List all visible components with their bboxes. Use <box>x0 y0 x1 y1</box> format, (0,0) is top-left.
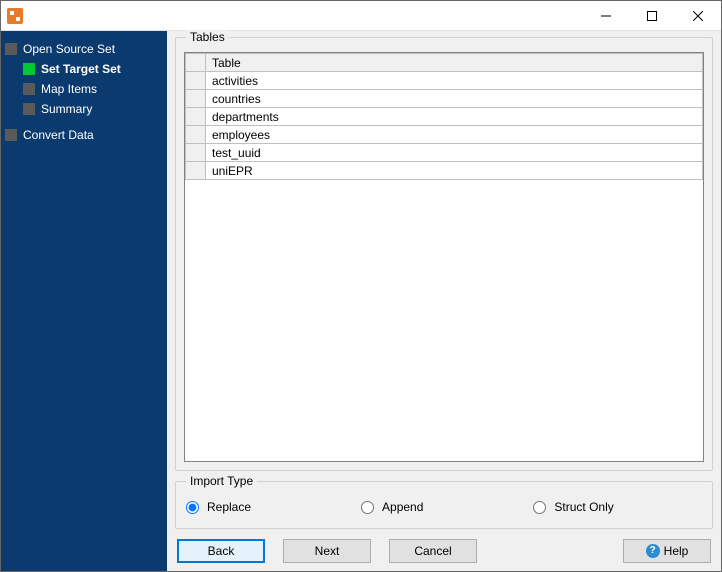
table-cell: uniEPR <box>206 162 703 180</box>
wizard-window: Open Source Set Set Target Set Map Items Su… <box>0 0 722 572</box>
maximize-button[interactable] <box>629 1 675 30</box>
tables-group-title: Tables <box>186 30 229 44</box>
help-button-label: Help <box>664 544 689 558</box>
step-label: Convert Data <box>23 128 94 142</box>
table-header[interactable]: Table <box>206 54 703 72</box>
table-cell: countries <box>206 90 703 108</box>
app-icon <box>7 8 23 24</box>
import-type-title: Import Type <box>186 474 257 488</box>
help-button[interactable]: ? Help <box>623 539 711 563</box>
step-label: Map Items <box>41 82 97 96</box>
wizard-step[interactable]: Convert Data <box>5 125 163 145</box>
table-cell: activities <box>206 72 703 90</box>
next-button[interactable]: Next <box>283 539 371 563</box>
radio-input[interactable] <box>186 501 199 514</box>
import-type-option[interactable]: Append <box>361 500 423 514</box>
wizard-step[interactable]: Map Items <box>5 79 163 99</box>
back-button-label: Back <box>208 544 235 558</box>
step-label: Set Target Set <box>41 62 121 76</box>
import-type-option[interactable]: Struct Only <box>533 500 613 514</box>
help-icon: ? <box>646 544 660 558</box>
table-row[interactable]: countries <box>186 90 703 108</box>
wizard-step[interactable]: Open Source Set <box>5 39 163 59</box>
row-header <box>186 126 206 144</box>
radio-label: Replace <box>207 500 251 514</box>
step-marker-icon <box>5 129 17 141</box>
step-marker-icon <box>23 63 35 75</box>
table-cell: departments <box>206 108 703 126</box>
table-row[interactable]: uniEPR <box>186 162 703 180</box>
minimize-button[interactable] <box>583 1 629 30</box>
radio-input[interactable] <box>361 501 374 514</box>
wizard-steps-sidebar: Open Source Set Set Target Set Map Items Su… <box>1 31 167 571</box>
radio-label: Append <box>382 500 423 514</box>
table-cell: test_uuid <box>206 144 703 162</box>
tables-list[interactable]: Table activitiescountriesdepartmentsempl… <box>184 52 704 181</box>
step-marker-icon <box>5 43 17 55</box>
step-marker-icon <box>23 83 35 95</box>
radio-input[interactable] <box>533 501 546 514</box>
table-cell: employees <box>206 126 703 144</box>
tables-empty-area <box>184 180 704 462</box>
close-button[interactable] <box>675 1 721 30</box>
cancel-button[interactable]: Cancel <box>389 539 477 563</box>
cancel-button-label: Cancel <box>414 544 451 558</box>
titlebar <box>1 1 721 31</box>
import-type-group: Import Type ReplaceAppendStruct Only <box>175 481 713 529</box>
main-panel: Tables Table activitiescountriesdepartme… <box>167 31 721 571</box>
next-button-label: Next <box>315 544 340 558</box>
table-row[interactable]: activities <box>186 72 703 90</box>
table-row[interactable]: test_uuid <box>186 144 703 162</box>
row-header <box>186 144 206 162</box>
import-type-option[interactable]: Replace <box>186 500 251 514</box>
table-row[interactable]: departments <box>186 108 703 126</box>
radio-label: Struct Only <box>554 500 613 514</box>
wizard-step[interactable]: Summary <box>5 99 163 119</box>
step-marker-icon <box>23 103 35 115</box>
step-label: Summary <box>41 102 92 116</box>
step-label: Open Source Set <box>23 42 115 56</box>
back-button[interactable]: Back <box>177 539 265 563</box>
row-header <box>186 162 206 180</box>
table-row[interactable]: employees <box>186 126 703 144</box>
wizard-step[interactable]: Set Target Set <box>5 59 163 79</box>
row-header <box>186 90 206 108</box>
button-row: Back Next Cancel ? Help <box>175 539 713 563</box>
row-header <box>186 108 206 126</box>
tables-group: Tables Table activitiescountriesdepartme… <box>175 37 713 471</box>
row-header <box>186 72 206 90</box>
table-corner <box>186 54 206 72</box>
